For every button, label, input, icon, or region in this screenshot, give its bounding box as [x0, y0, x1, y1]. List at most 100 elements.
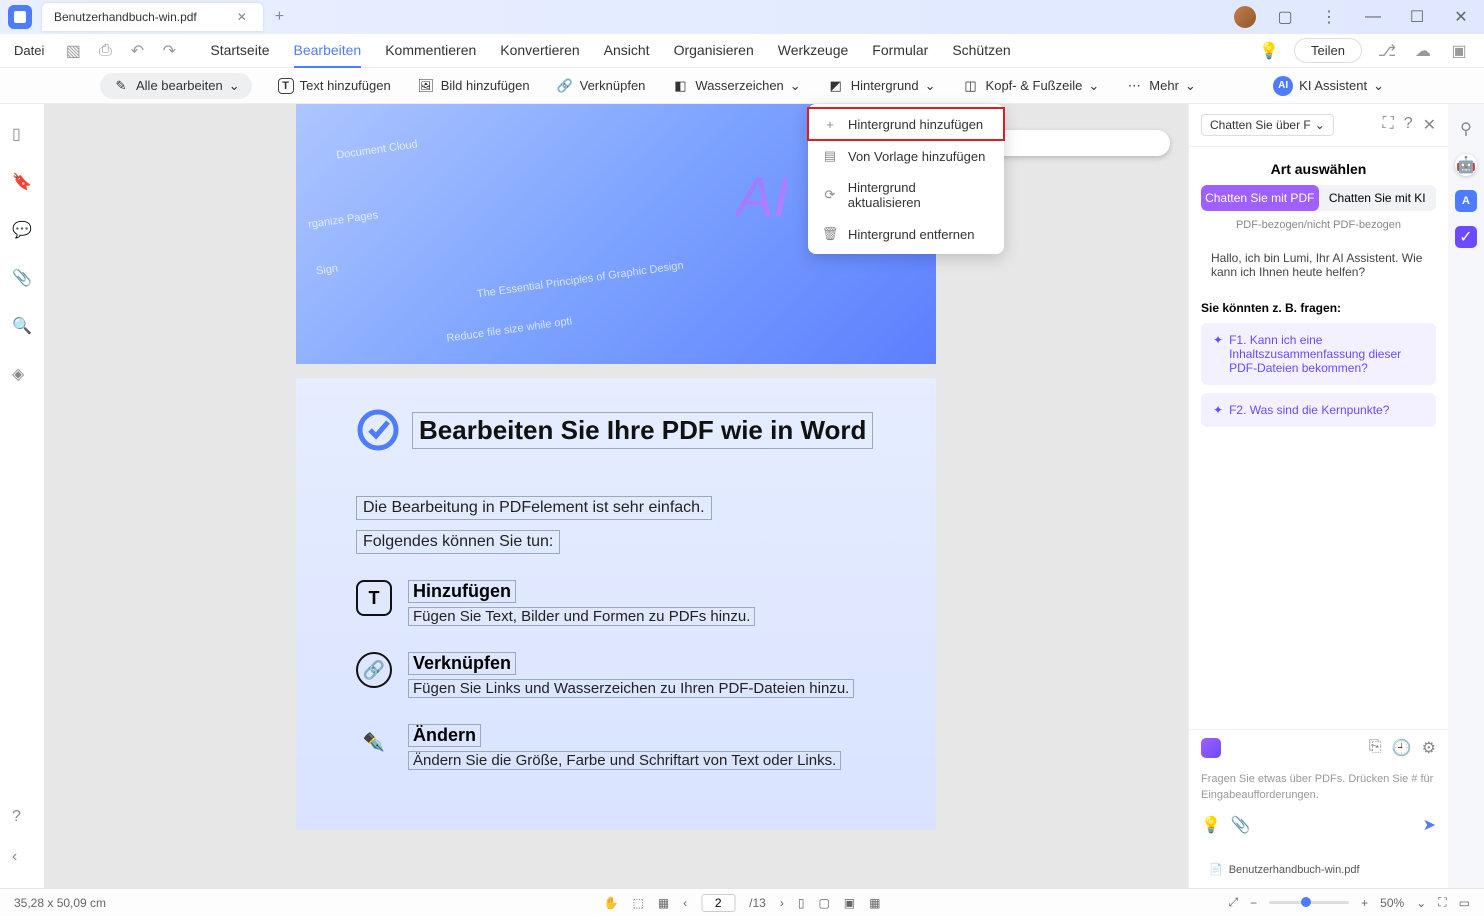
- attachment-icon[interactable]: 📎: [12, 268, 32, 288]
- view-single-icon[interactable]: ▢: [818, 896, 829, 910]
- cloud-icon[interactable]: ☁: [1412, 40, 1434, 62]
- header-footer-button[interactable]: ◫ Kopf- & Fußzeile ⌄: [962, 77, 1100, 95]
- tab-ansicht[interactable]: Ansicht: [604, 34, 650, 68]
- more-button[interactable]: ⋯ Mehr ⌄: [1125, 77, 1196, 95]
- new-tab-button[interactable]: +: [275, 8, 284, 26]
- file-menu[interactable]: Datei: [14, 43, 44, 58]
- link-button[interactable]: 🔗 Verknüpfen: [556, 77, 646, 95]
- comment-rail-icon[interactable]: 💬: [12, 220, 32, 240]
- dd-update-background[interactable]: ⟳ Hintergrund aktualisieren: [808, 172, 1004, 218]
- filter-icon[interactable]: ⚲: [1455, 118, 1477, 140]
- collapse-icon[interactable]: ‹: [12, 848, 32, 868]
- chat-pdf-toggle[interactable]: Chatten Sie mit PDF: [1201, 185, 1319, 211]
- feature-desc: Fügen Sie Links und Wasserzeichen zu Ihr…: [408, 679, 854, 698]
- print-icon[interactable]: ⎙: [94, 40, 116, 62]
- ai-attached-file[interactable]: 📄 Benutzerhandbuch-win.pdf: [1201, 857, 1436, 882]
- ai-suggestion-2[interactable]: ✦F2. Was sind die Kernpunkte?: [1201, 393, 1436, 427]
- check-icon[interactable]: ✓: [1455, 226, 1477, 248]
- branch-icon[interactable]: ⎇: [1376, 40, 1398, 62]
- comment-icon[interactable]: ▢: [1270, 5, 1300, 29]
- close-panel-icon[interactable]: ✕: [1423, 115, 1436, 135]
- history-icon[interactable]: 🕘: [1392, 738, 1412, 758]
- maximize-icon[interactable]: ☐: [1402, 5, 1432, 29]
- chat-ki-toggle[interactable]: Chatten Sie mit KI: [1319, 185, 1437, 211]
- bulb-icon[interactable]: 💡: [1201, 815, 1221, 835]
- ai-context-select[interactable]: Chatten Sie über F ⌄: [1201, 114, 1334, 136]
- close-tab-icon[interactable]: ✕: [237, 10, 251, 24]
- document-tab[interactable]: Benutzerhandbuch-win.pdf ✕: [42, 3, 263, 31]
- bookmark-icon[interactable]: 🔖: [12, 172, 32, 192]
- dd-from-template[interactable]: ▤ Von Vorlage hinzufügen: [808, 140, 1004, 172]
- attach-icon[interactable]: 📎: [1231, 815, 1251, 835]
- redo-icon[interactable]: ↷: [158, 40, 180, 62]
- page-number-input[interactable]: [701, 894, 735, 912]
- ai-panel: Chatten Sie über F ⌄ ⛶ ? ✕ Art auswählen…: [1188, 104, 1448, 888]
- minimize-icon[interactable]: —: [1358, 5, 1388, 29]
- doc-text: The Essential Principles of Graphic Desi…: [476, 260, 684, 301]
- read-mode-icon[interactable]: ▦: [658, 896, 669, 910]
- chevron-down-icon[interactable]: ⌄: [1416, 896, 1426, 910]
- tab-schuetzen[interactable]: Schützen: [952, 34, 1010, 68]
- reader-icon[interactable]: ▭: [1459, 896, 1470, 910]
- view-grid-icon[interactable]: ▦: [869, 896, 880, 910]
- save-icon[interactable]: ▧: [62, 40, 84, 62]
- tab-organisieren[interactable]: Organisieren: [674, 34, 754, 68]
- zoom-thumb[interactable]: [1301, 897, 1311, 907]
- menu-dots-icon[interactable]: ⋮: [1314, 5, 1344, 29]
- prev-page-icon[interactable]: ‹: [683, 896, 687, 910]
- tab-kommentieren[interactable]: Kommentieren: [385, 34, 476, 68]
- zoom-value[interactable]: 50%: [1380, 896, 1404, 910]
- dd-remove-background[interactable]: 🗑 Hintergrund entfernen: [808, 218, 1004, 250]
- fit-width-icon[interactable]: ⤢: [1229, 895, 1239, 910]
- page-thumbnail-icon[interactable]: ▯: [12, 124, 32, 144]
- layout-icon[interactable]: ▣: [1448, 40, 1470, 62]
- zoom-out-icon[interactable]: −: [1250, 896, 1257, 910]
- add-text-label: Text hinzufügen: [300, 78, 391, 93]
- user-avatar[interactable]: [1234, 6, 1256, 28]
- add-image-button[interactable]: 🖼 Bild hinzufügen: [417, 77, 530, 95]
- translate-icon[interactable]: A: [1455, 190, 1477, 212]
- ai-badge-icon: AI: [1273, 76, 1293, 96]
- dd-add-background[interactable]: + Hintergrund hinzufügen: [808, 108, 1004, 140]
- zoom-slider[interactable]: [1269, 901, 1349, 904]
- search-icon[interactable]: 🔍: [12, 316, 32, 336]
- ai-bubble-icon[interactable]: 🤖: [1455, 154, 1477, 176]
- close-window-icon[interactable]: ✕: [1446, 5, 1476, 29]
- add-text-button[interactable]: T Text hinzufügen: [278, 78, 391, 94]
- feature-desc: Ändern Sie die Größe, Farbe und Schrifta…: [408, 751, 841, 770]
- ai-select-label: Chatten Sie über F: [1210, 118, 1311, 132]
- copy-icon[interactable]: ⎘: [1369, 738, 1382, 758]
- ai-assistant-button[interactable]: AI KI Assistent ⌄: [1273, 76, 1384, 96]
- tab-konvertieren[interactable]: Konvertieren: [500, 34, 579, 68]
- zoom-in-icon[interactable]: +: [1361, 896, 1368, 910]
- ai-gem-icon[interactable]: [1201, 738, 1221, 758]
- fullscreen-icon[interactable]: ⛶: [1438, 895, 1446, 910]
- ai-input-hint: Fragen Sie etwas über PDFs. Drücken Sie …: [1189, 766, 1448, 807]
- tab-bearbeiten[interactable]: Bearbeiten: [294, 34, 362, 68]
- background-button[interactable]: ◩ Hintergrund ⌄: [827, 77, 936, 95]
- help-circle-icon[interactable]: ?: [1404, 115, 1413, 135]
- tab-formular[interactable]: Formular: [872, 34, 928, 68]
- right-rail: ⚲ 🤖 A ✓: [1448, 104, 1484, 888]
- bulb-icon[interactable]: 💡: [1258, 40, 1280, 62]
- gear-icon[interactable]: ⚙: [1422, 738, 1436, 758]
- trash-icon: 🗑: [822, 226, 838, 242]
- watermark-button[interactable]: ◧ Wasserzeichen ⌄: [671, 77, 800, 95]
- view-continuous-icon[interactable]: ▯: [798, 896, 805, 910]
- share-button[interactable]: Teilen: [1294, 38, 1362, 63]
- send-icon[interactable]: ➤: [1423, 815, 1436, 835]
- expand-icon[interactable]: ⛶: [1382, 115, 1393, 135]
- tab-startseite[interactable]: Startseite: [210, 34, 269, 68]
- ai-suggestion-1[interactable]: ✦F1. Kann ich eine Inhaltszusammenfassun…: [1201, 323, 1436, 385]
- select-tool-icon[interactable]: ⬚: [632, 896, 643, 910]
- hand-tool-icon[interactable]: ✋: [604, 896, 619, 910]
- document-viewport[interactable]: Document Cloud rganize Pages Sign The Es…: [44, 104, 1188, 888]
- tab-werkzeuge[interactable]: Werkzeuge: [778, 34, 849, 68]
- help-icon[interactable]: ?: [12, 808, 32, 828]
- next-page-icon[interactable]: ›: [780, 896, 784, 910]
- view-two-icon[interactable]: ▣: [844, 896, 855, 910]
- page-title: Bearbeiten Sie Ihre PDF wie in Word: [412, 412, 873, 449]
- undo-icon[interactable]: ↶: [126, 40, 148, 62]
- edit-all-button[interactable]: ✎ Alle bearbeiten ⌄: [100, 73, 252, 99]
- layers-icon[interactable]: ◈: [12, 364, 32, 384]
